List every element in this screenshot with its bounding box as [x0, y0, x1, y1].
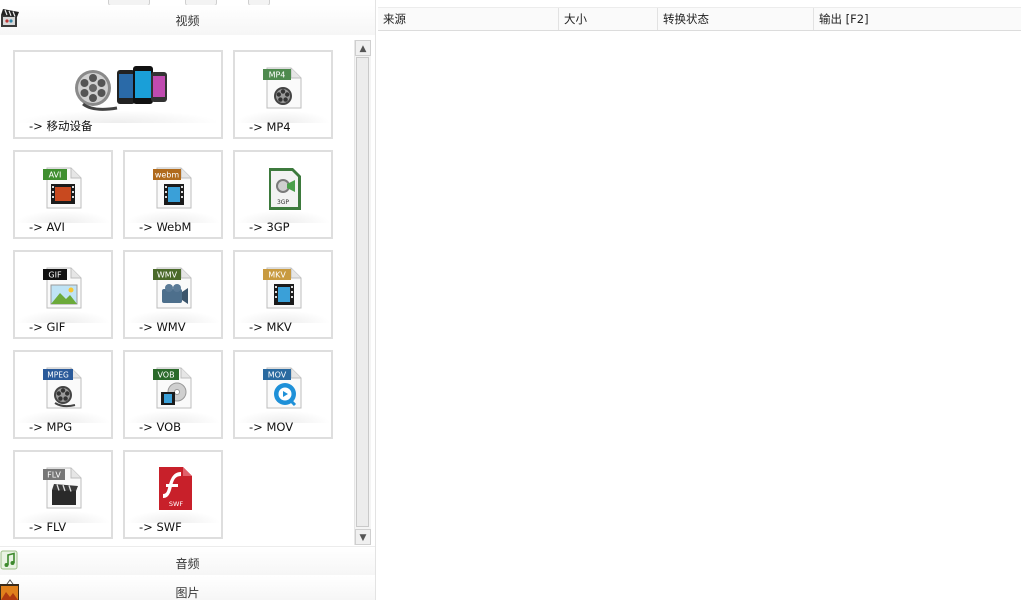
- tile-swf[interactable]: SWF -> SWF: [123, 450, 223, 539]
- tile-mobile-devices[interactable]: -> 移动设备: [13, 50, 223, 139]
- column-header-size[interactable]: 大小: [559, 8, 658, 30]
- category-label-audio: 音频: [175, 557, 200, 571]
- vob-file-icon: VOB: [153, 367, 192, 409]
- tile-wmv[interactable]: WMV -> WMV: [123, 250, 223, 339]
- tile-label-mp4: -> MP4: [249, 120, 291, 134]
- badge-text: MP4: [269, 71, 286, 80]
- tile-mkv[interactable]: MKV -> MKV: [233, 250, 333, 339]
- tile-label-gif: -> GIF: [29, 320, 66, 334]
- tile-mp4[interactable]: MP4 -> MP4: [233, 50, 333, 139]
- category-label-image: 图片: [175, 586, 200, 600]
- column-header-source[interactable]: 来源: [378, 8, 559, 30]
- tile-flv[interactable]: FLV -> FLV: [13, 450, 113, 539]
- mpeg-file-icon: MPEG: [43, 367, 82, 409]
- tile-label-webm: -> WebM: [139, 220, 192, 234]
- mobile-devices-icon: [75, 66, 167, 111]
- tile-gif[interactable]: GIF -> GIF: [13, 250, 113, 339]
- tile-label-vob: -> VOB: [139, 420, 182, 434]
- file-list-header: 来源 大小 转换状态 输出 [F2]: [378, 7, 1021, 31]
- tile-vob[interactable]: VOB -> VOB: [123, 350, 223, 439]
- tile-label-mov: -> MOV: [249, 420, 294, 434]
- badge-text: MKV: [268, 271, 286, 280]
- format-tile-grid: -> 移动设备 MP4 -> MP4 AVI -> AVI webm -> We…: [0, 40, 352, 545]
- tile-label-mkv: -> MKV: [249, 320, 292, 334]
- mov-file-icon: MOV: [263, 367, 302, 409]
- badge-text: 3GP: [277, 199, 289, 206]
- scroll-up-arrow-icon[interactable]: ▲: [355, 40, 371, 56]
- category-label-video: 视频: [175, 14, 200, 28]
- badge-text: MPEG: [47, 371, 69, 380]
- badge-text: FLV: [47, 471, 61, 480]
- badge-text: SWF: [169, 500, 184, 508]
- tile-label-mpg: -> MPG: [29, 420, 73, 434]
- scroll-down-arrow-icon[interactable]: ▼: [355, 529, 371, 545]
- tile-mpg[interactable]: MPEG -> MPG: [13, 350, 113, 439]
- gif-file-icon: GIF: [43, 267, 82, 309]
- tile-label-flv: -> FLV: [29, 520, 67, 534]
- category-header-image[interactable]: 图片: [0, 576, 375, 600]
- conversion-profile-panel: 视频 -> 移动设备 MP4 -> MP4 AVI -> AVI webm ->…: [0, 0, 376, 600]
- category-header-video[interactable]: 视频: [0, 5, 375, 35]
- tile-mov[interactable]: MOV -> MOV: [233, 350, 333, 439]
- tile-label-swf: -> SWF: [139, 520, 182, 534]
- tile-scrollbar[interactable]: ▲ ▼: [354, 40, 371, 545]
- badge-text: VOB: [157, 371, 174, 380]
- swf-file-icon: SWF: [159, 467, 192, 510]
- column-header-output[interactable]: 输出 [F2]: [814, 8, 1021, 30]
- badge-text: GIF: [48, 271, 62, 280]
- badge-text: WMV: [157, 271, 178, 280]
- conversion-file-list-panel: 来源 大小 转换状态 输出 [F2]: [376, 0, 1023, 600]
- tile-avi[interactable]: AVI -> AVI: [13, 150, 113, 239]
- webm-file-icon: webm: [153, 167, 192, 209]
- column-header-status[interactable]: 转换状态: [658, 8, 814, 30]
- tile-label-3gp: -> 3GP: [249, 220, 290, 234]
- mp4-file-icon: MP4: [263, 67, 302, 109]
- tile-label-avi: -> AVI: [29, 220, 65, 234]
- tile-label-wmv: -> WMV: [139, 320, 186, 334]
- tile-3gp[interactable]: 3GP -> 3GP: [233, 150, 333, 239]
- tile-webm[interactable]: webm -> WebM: [123, 150, 223, 239]
- badge-text: webm: [155, 171, 180, 180]
- badge-text: AVI: [49, 171, 62, 180]
- file-list-body[interactable]: [378, 30, 1021, 600]
- category-header-audio[interactable]: 音频: [0, 546, 375, 575]
- badge-text: MOV: [268, 371, 287, 380]
- wmv-file-icon: WMV: [153, 267, 192, 309]
- scroll-thumb[interactable]: [356, 57, 369, 527]
- 3gp-file-icon: 3GP: [269, 168, 301, 210]
- flv-file-icon: FLV: [43, 467, 82, 509]
- tile-label-mobile-devices: -> 移动设备: [29, 119, 93, 133]
- mkv-file-icon: MKV: [263, 267, 302, 309]
- avi-file-icon: AVI: [43, 167, 82, 209]
